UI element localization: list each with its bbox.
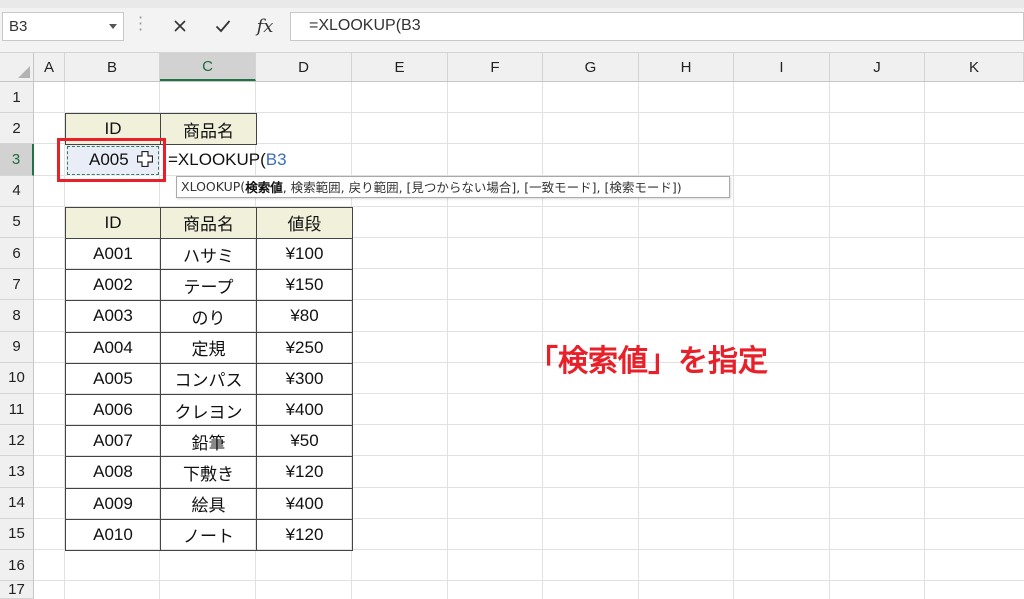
ribbon-edge	[0, 0, 1024, 8]
table-cell[interactable]: のり	[160, 300, 257, 333]
column-header-f[interactable]: F	[448, 53, 543, 81]
table-cell[interactable]: 下敷き	[160, 456, 257, 489]
row-header-4[interactable]: 4	[0, 175, 34, 207]
column-header-h[interactable]: H	[639, 53, 734, 81]
gridline	[34, 580, 1024, 582]
row-header-2[interactable]: 2	[0, 113, 34, 145]
row-header-3[interactable]: 3	[0, 144, 34, 176]
table-cell[interactable]: ¥300	[256, 362, 353, 395]
row-header-15[interactable]: 15	[0, 518, 34, 550]
name-box[interactable]: B3	[2, 12, 124, 41]
check-icon[interactable]	[208, 10, 238, 42]
close-icon[interactable]	[165, 10, 195, 42]
chevron-down-icon[interactable]	[109, 24, 117, 29]
row-header-10[interactable]: 10	[0, 362, 34, 394]
table-cell[interactable]: ¥150	[256, 269, 353, 302]
table-cell[interactable]: ハサミ	[160, 238, 257, 271]
table-cell[interactable]: A005	[65, 362, 161, 395]
table-cell[interactable]: ノート	[160, 518, 257, 551]
table-cell[interactable]: A010	[65, 518, 161, 551]
row-header-16[interactable]: 16	[0, 550, 34, 582]
table-cell[interactable]: A008	[65, 456, 161, 489]
gridline	[924, 82, 925, 599]
row-header-7[interactable]: 7	[0, 269, 34, 301]
tooltip-rest[interactable]: , 検索範囲, 戻り範囲, [見つからない場合], [一致モード], [検索モー…	[283, 177, 682, 196]
column-header-j[interactable]: J	[830, 53, 925, 81]
column-header-a[interactable]: A	[34, 53, 65, 81]
table-cell[interactable]: ¥50	[256, 425, 353, 458]
gridline	[447, 82, 448, 599]
table-cell[interactable]: ¥100	[256, 238, 353, 271]
row-header-5[interactable]: 5	[0, 206, 34, 238]
table-cell[interactable]: テープ	[160, 269, 257, 302]
formula-bar: B3 · · · fx =XLOOKUP(B3	[0, 0, 1024, 53]
row-header-12[interactable]: 12	[0, 425, 34, 457]
row-header-9[interactable]: 9	[0, 331, 34, 363]
row-header-17[interactable]: 17	[0, 581, 34, 599]
table-cell[interactable]: コンパス	[160, 362, 257, 395]
lookup-header-name[interactable]: 商品名	[160, 113, 257, 146]
row-header-11[interactable]: 11	[0, 394, 34, 426]
column-header-d[interactable]: D	[256, 53, 352, 81]
formula-text: =XLOOKUP(B3	[309, 17, 421, 34]
table-cell[interactable]: A006	[65, 394, 161, 427]
gridline	[829, 82, 830, 599]
tooltip-active-arg[interactable]: 検索値	[245, 177, 283, 196]
column-headers: ABCDEFGHIJK	[0, 53, 1024, 82]
tooltip-function[interactable]: XLOOKUP(	[181, 179, 245, 194]
excel-window: B3 · · · fx =XLOOKUP(B3 ABCDEFGHIJK 123456…	[0, 0, 1024, 599]
table-cell[interactable]: 絵具	[160, 487, 257, 520]
annotation-label: 「検索値」を指定	[528, 344, 768, 379]
table-cell[interactable]: A004	[65, 331, 161, 364]
table-cell[interactable]: クレヨン	[160, 394, 257, 427]
table-cell[interactable]: 鉛筆	[160, 425, 257, 458]
more-options-icon[interactable]: · · ·	[138, 10, 143, 38]
table-cell[interactable]: A002	[65, 269, 161, 302]
table-cell[interactable]: 定規	[160, 331, 257, 364]
row-header-1[interactable]: 1	[0, 82, 34, 114]
table-header-0[interactable]: ID	[65, 206, 161, 239]
edit-formula-reference: B3	[265, 150, 287, 170]
table-cell[interactable]: A009	[65, 487, 161, 520]
column-header-i[interactable]: I	[734, 53, 830, 81]
select-all-icon	[18, 66, 30, 78]
row-header-8[interactable]: 8	[0, 300, 34, 332]
edit-formula-prefix: =XLOOKUP(	[168, 150, 266, 170]
row-header-6[interactable]: 6	[0, 238, 34, 270]
function-tooltip[interactable]: XLOOKUP(検索値, 検索範囲, 戻り範囲, [見つからない場合], [一致…	[176, 175, 730, 198]
table-cell[interactable]: ¥400	[256, 487, 353, 520]
select-all-button[interactable]	[0, 53, 34, 81]
row-header-14[interactable]: 14	[0, 487, 34, 519]
name-box-value: B3	[9, 18, 28, 35]
column-header-e[interactable]: E	[352, 53, 448, 81]
row-header-13[interactable]: 13	[0, 456, 34, 488]
column-header-c[interactable]: C	[160, 53, 256, 81]
column-header-b[interactable]: B	[65, 53, 160, 81]
cell-edit-text[interactable]: =XLOOKUP(B3	[168, 150, 287, 170]
table-cell[interactable]: ¥250	[256, 331, 353, 364]
table-cell[interactable]: ¥120	[256, 456, 353, 489]
insert-function-icon[interactable]: fx	[250, 10, 280, 42]
column-header-g[interactable]: G	[543, 53, 639, 81]
table-cell[interactable]: A003	[65, 300, 161, 333]
table-cell[interactable]: ¥400	[256, 394, 353, 427]
table-cell[interactable]: A007	[65, 425, 161, 458]
highlight-box	[57, 138, 166, 182]
table-cell[interactable]: ¥80	[256, 300, 353, 333]
table-header-2[interactable]: 値段	[256, 206, 353, 239]
table-header-1[interactable]: 商品名	[160, 206, 257, 239]
formula-input[interactable]: =XLOOKUP(B3	[290, 12, 1024, 41]
column-header-k[interactable]: K	[925, 53, 1024, 81]
table-cell[interactable]: A001	[65, 238, 161, 271]
table-cell[interactable]: ¥120	[256, 518, 353, 551]
